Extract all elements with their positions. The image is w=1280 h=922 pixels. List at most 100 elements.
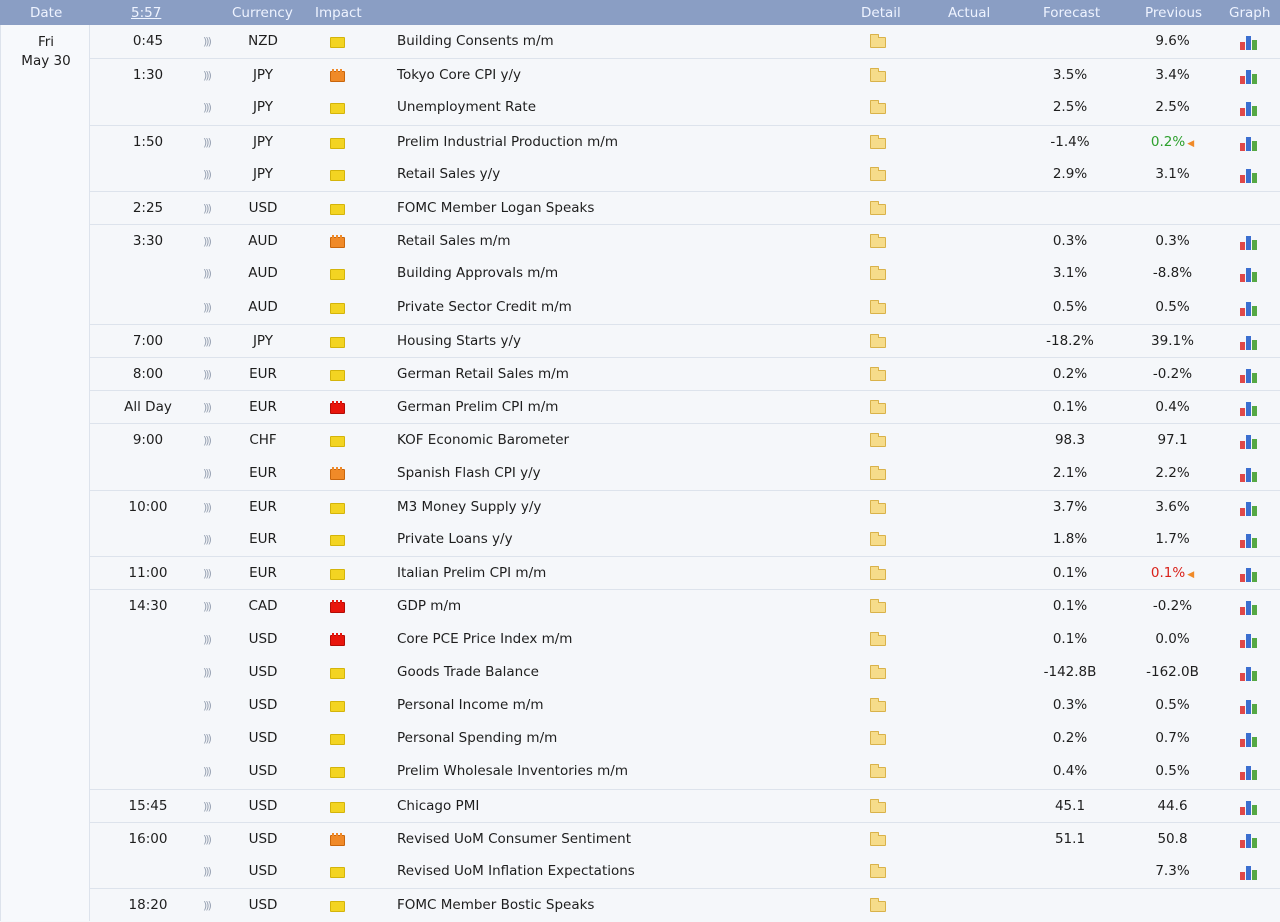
event-row[interactable]: 14:30))) CAD GDP m/m 0.1% -0.2% bbox=[90, 589, 1280, 623]
event-title[interactable]: Tokyo Core CPI y/y bbox=[397, 59, 521, 92]
event-title[interactable]: Chicago PMI bbox=[397, 790, 479, 823]
event-forecast: -1.4% bbox=[1050, 133, 1090, 150]
event-previous: -8.8% bbox=[1120, 257, 1225, 290]
sound-icon[interactable]: ))) bbox=[203, 855, 217, 888]
event-row[interactable]: 2:25))) USD FOMC Member Logan Speaks bbox=[90, 191, 1280, 225]
event-row[interactable]: 9:00))) CHF KOF Economic Barometer 98.3 97.1 bbox=[90, 423, 1280, 457]
sound-icon[interactable]: ))) bbox=[203, 689, 217, 722]
sound-icon[interactable]: ))) bbox=[203, 126, 217, 159]
event-title[interactable]: Core PCE Price Index m/m bbox=[397, 623, 572, 656]
sound-icon[interactable]: ))) bbox=[203, 358, 217, 391]
sound-icon[interactable]: ))) bbox=[203, 656, 217, 689]
event-row[interactable]: All Day))) EUR German Prelim CPI m/m 0.1% 0.… bbox=[90, 390, 1280, 424]
event-title[interactable]: Personal Spending m/m bbox=[397, 722, 557, 755]
sound-icon[interactable]: ))) bbox=[203, 59, 217, 92]
event-currency: EUR bbox=[249, 531, 277, 547]
event-title[interactable]: Private Loans y/y bbox=[397, 523, 513, 556]
sound-icon[interactable]: ))) bbox=[203, 91, 217, 124]
sound-icon[interactable]: ))) bbox=[203, 623, 217, 656]
event-title[interactable]: Retail Sales y/y bbox=[397, 158, 500, 191]
event-time: 7:00 bbox=[132, 332, 164, 349]
sound-icon[interactable]: ))) bbox=[203, 557, 217, 590]
event-title[interactable]: KOF Economic Barometer bbox=[397, 424, 569, 457]
event-currency: NZD bbox=[248, 33, 278, 49]
sound-icon[interactable]: ))) bbox=[203, 225, 217, 258]
sound-icon[interactable]: ))) bbox=[203, 889, 217, 922]
event-currency: USD bbox=[248, 830, 278, 847]
event-title[interactable]: Prelim Industrial Production m/m bbox=[397, 126, 618, 159]
event-title[interactable]: German Retail Sales m/m bbox=[397, 358, 569, 391]
event-title[interactable]: Italian Prelim CPI m/m bbox=[397, 557, 546, 590]
event-previous: 50.8 bbox=[1120, 823, 1225, 856]
sound-icon[interactable]: ))) bbox=[203, 25, 217, 58]
event-row[interactable]: ))) JPY Retail Sales y/y 2.9% 3.1% bbox=[90, 158, 1280, 191]
header-time-link[interactable]: 5:57 bbox=[131, 5, 161, 21]
event-row[interactable]: ))) AUD Building Approvals m/m 3.1% -8.8% bbox=[90, 257, 1280, 290]
sound-icon[interactable]: ))) bbox=[203, 722, 217, 755]
header-graph: Graph bbox=[1229, 5, 1271, 21]
sound-icon[interactable]: ))) bbox=[203, 823, 217, 856]
event-previous: 0.0% bbox=[1120, 623, 1225, 656]
event-row[interactable]: ))) AUD Private Sector Credit m/m 0.5% 0.5% bbox=[90, 291, 1280, 324]
event-title[interactable]: Spanish Flash CPI y/y bbox=[397, 457, 541, 490]
event-title[interactable]: Prelim Wholesale Inventories m/m bbox=[397, 755, 628, 788]
event-row[interactable]: 18:20))) USD FOMC Member Bostic Speaks bbox=[90, 888, 1280, 922]
event-title[interactable]: Revised UoM Consumer Sentiment bbox=[397, 823, 631, 856]
event-title[interactable]: Private Sector Credit m/m bbox=[397, 291, 572, 324]
event-row[interactable]: ))) JPY Unemployment Rate 2.5% 2.5% bbox=[90, 91, 1280, 124]
event-row[interactable]: 7:00))) JPY Housing Starts y/y -18.2% 39.1% bbox=[90, 323, 1280, 358]
event-title[interactable]: Building Approvals m/m bbox=[397, 257, 558, 290]
sound-icon[interactable]: ))) bbox=[203, 790, 217, 823]
event-row[interactable]: 15:45))) USD Chicago PMI 45.1 44.6 bbox=[90, 788, 1280, 823]
sound-icon[interactable]: ))) bbox=[203, 192, 217, 225]
sound-icon[interactable]: ))) bbox=[203, 291, 217, 324]
event-previous: -162.0B bbox=[1120, 656, 1225, 689]
event-row[interactable]: 1:50))) JPY Prelim Industrial Production m… bbox=[90, 124, 1280, 159]
event-row[interactable]: ))) USD Revised UoM Inflation Expectations… bbox=[90, 855, 1280, 888]
event-row[interactable]: 1:30))) JPY Tokyo Core CPI y/y 3.5% 3.4% bbox=[90, 58, 1280, 92]
event-currency: USD bbox=[248, 763, 278, 780]
sound-icon[interactable]: ))) bbox=[203, 391, 217, 424]
sound-icon[interactable]: ))) bbox=[203, 325, 217, 358]
event-title[interactable]: Housing Starts y/y bbox=[397, 325, 521, 358]
event-previous-value: 0.7% bbox=[1155, 730, 1190, 747]
sound-icon[interactable]: ))) bbox=[203, 158, 217, 191]
sound-icon[interactable]: ))) bbox=[203, 755, 217, 788]
event-row[interactable]: 16:00))) USD Revised UoM Consumer Sentimen… bbox=[90, 821, 1280, 856]
event-row[interactable]: ))) USD Personal Income m/m 0.3% 0.5% bbox=[90, 689, 1280, 722]
sound-icon[interactable]: ))) bbox=[203, 257, 217, 290]
event-title[interactable]: FOMC Member Logan Speaks bbox=[397, 192, 594, 225]
event-row[interactable]: ))) USD Core PCE Price Index m/m 0.1% 0.0% bbox=[90, 623, 1280, 656]
event-title[interactable]: Unemployment Rate bbox=[397, 91, 536, 124]
event-row[interactable]: 3:30))) AUD Retail Sales m/m 0.3% 0.3% bbox=[90, 224, 1280, 258]
sound-icon[interactable]: ))) bbox=[203, 523, 217, 556]
event-row[interactable]: ))) USD Personal Spending m/m 0.2% 0.7% bbox=[90, 722, 1280, 755]
event-row[interactable]: 8:00))) EUR German Retail Sales m/m 0.2% -0.… bbox=[90, 357, 1280, 391]
event-title[interactable]: GDP m/m bbox=[397, 590, 461, 623]
sound-icon[interactable]: ))) bbox=[203, 491, 217, 524]
event-row[interactable]: ))) USD Prelim Wholesale Inventories m/m 0.… bbox=[90, 755, 1280, 788]
event-title[interactable]: Personal Income m/m bbox=[397, 689, 544, 722]
event-title[interactable]: Building Consents m/m bbox=[397, 25, 554, 58]
event-row[interactable]: ))) EUR Private Loans y/y 1.8% 1.7% bbox=[90, 523, 1280, 556]
event-row[interactable]: ))) USD Goods Trade Balance -142.8B -162.0B bbox=[90, 656, 1280, 689]
event-title[interactable]: Goods Trade Balance bbox=[397, 656, 539, 689]
event-title[interactable]: Retail Sales m/m bbox=[397, 225, 511, 258]
sound-icon[interactable]: ))) bbox=[203, 457, 217, 490]
event-title[interactable]: M3 Money Supply y/y bbox=[397, 491, 541, 524]
sound-icon[interactable]: ))) bbox=[203, 424, 217, 457]
event-forecast: 98.3 bbox=[1054, 432, 1086, 449]
event-time: 15:45 bbox=[128, 797, 168, 814]
event-currency: EUR bbox=[249, 565, 277, 582]
event-row[interactable]: 0:45))) NZD Building Consents m/m 9.6% bbox=[90, 25, 1280, 58]
event-title[interactable]: FOMC Member Bostic Speaks bbox=[397, 889, 594, 922]
event-forecast: 0.3% bbox=[1052, 697, 1088, 713]
event-previous: 2.5% bbox=[1120, 91, 1225, 124]
event-row[interactable]: 11:00))) EUR Italian Prelim CPI m/m 0.1% 0.1… bbox=[90, 556, 1280, 590]
event-title[interactable]: Revised UoM Inflation Expectations bbox=[397, 855, 635, 888]
event-title[interactable]: German Prelim CPI m/m bbox=[397, 391, 558, 424]
header-date: Date bbox=[30, 5, 63, 21]
event-row[interactable]: ))) EUR Spanish Flash CPI y/y 2.1% 2.2% bbox=[90, 457, 1280, 490]
event-row[interactable]: 10:00))) EUR M3 Money Supply y/y 3.7% 3.6% bbox=[90, 489, 1280, 524]
sound-icon[interactable]: ))) bbox=[203, 590, 217, 623]
